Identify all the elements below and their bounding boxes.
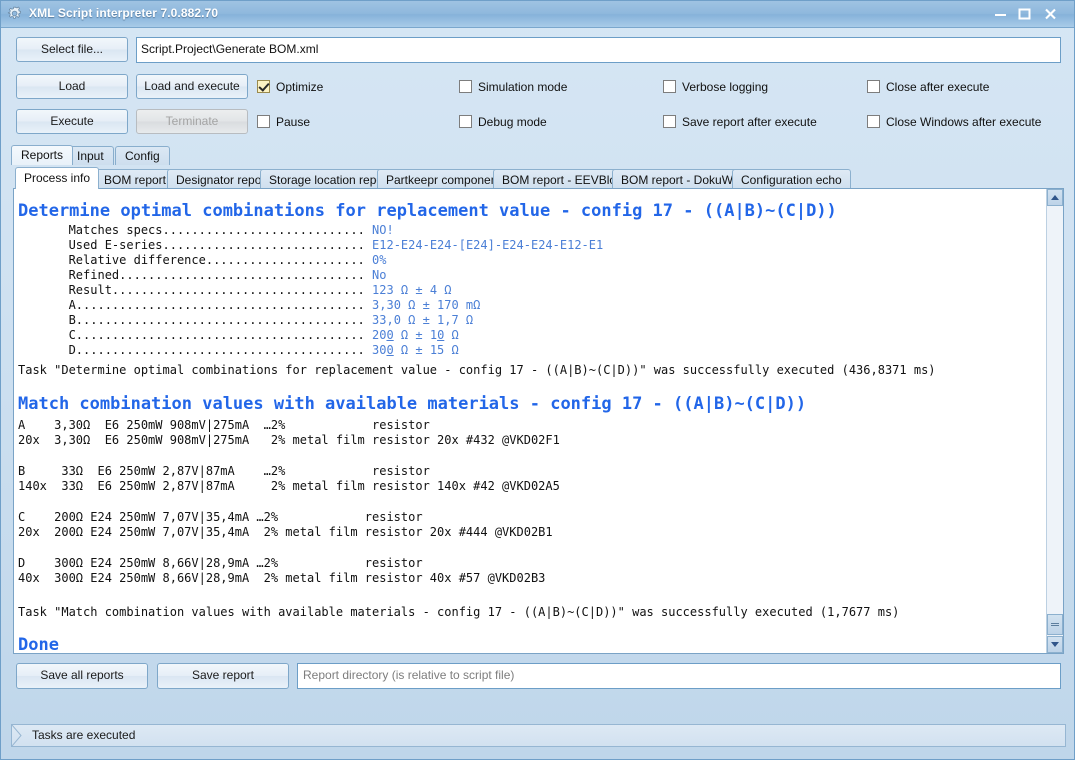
report-directory-input[interactable]: Report directory (is relative to script … [297, 663, 1061, 689]
report-detail-row: Result..................................… [18, 283, 452, 297]
checkbox-verbose-logging-box [663, 80, 676, 93]
report-detail-row: Matches specs...........................… [18, 223, 394, 237]
scrollbar-grip-icon [1051, 623, 1059, 626]
material-match-row: 20x 3,30Ω E6 250mW 908mV|275mA 2% metal … [18, 433, 560, 447]
tab-bom-report-eevblog[interactable]: BOM report - EEVBlog [493, 169, 632, 189]
application-window: XML Script interpreter 7.0.882.70 Select… [0, 0, 1075, 760]
material-match-row: 20x 200Ω E24 250mW 7,07V|35,4mA 2% metal… [18, 525, 553, 539]
checkbox-close-windows-after-execute[interactable]: Close Windows after execute [867, 115, 1041, 131]
report-detail-row: Relative difference.....................… [18, 253, 387, 267]
checkbox-simulation-mode-box [459, 80, 472, 93]
primary-tab-bar: Reports Input Config [11, 145, 1066, 165]
checkbox-debug-mode-box [459, 115, 472, 128]
checkbox-simulation-mode-label: Simulation mode [478, 80, 568, 94]
report-panel: Determine optimal combinations for repla… [13, 188, 1064, 654]
report-scrollbar[interactable] [1046, 189, 1063, 653]
report-detail-row: Refined.................................… [18, 268, 387, 282]
report-text-area[interactable]: Determine optimal combinations for repla… [14, 189, 1046, 653]
status-bar: Tasks are executed [11, 724, 1066, 747]
checkbox-optimize-box [257, 80, 270, 93]
material-spec-row: C 200Ω E24 250mW 7,07V|35,4mA …2% resist… [18, 510, 423, 524]
checkbox-close-windows-after-execute-label: Close Windows after execute [886, 115, 1042, 129]
report-done-label: Done [18, 635, 59, 653]
material-spec-row: D 300Ω E24 250mW 8,66V|28,9mA …2% resist… [18, 556, 423, 570]
report-detail-row: D.......................................… [18, 343, 459, 357]
material-match-row: 140x 33Ω E6 250mW 2,87V|87mA 2% metal fi… [18, 479, 560, 493]
checkbox-save-report-after-execute-label: Save report after execute [682, 115, 817, 129]
task-2-result: Task "Match combination values with avai… [18, 605, 900, 619]
material-match-row: 40x 300Ω E24 250mW 8,66V|28,9mA 2% metal… [18, 571, 546, 585]
checkbox-save-report-after-execute-box [663, 115, 676, 128]
scroll-up-arrow-icon[interactable] [1047, 189, 1063, 206]
save-report-button[interactable]: Save report [157, 663, 289, 689]
report-detail-row: B.......................................… [18, 313, 474, 327]
title-bar: XML Script interpreter 7.0.882.70 [1, 1, 1074, 28]
tab-bom-report[interactable]: BOM report [95, 169, 176, 189]
tab-input[interactable]: Input [67, 146, 114, 165]
report-detail-row: C.......................................… [18, 328, 459, 342]
checkbox-close-after-execute[interactable]: Close after execute [867, 80, 989, 96]
task-1-result: Task "Determine optimal combinations for… [18, 363, 936, 377]
tab-reports[interactable]: Reports [11, 145, 74, 165]
load-and-execute-button[interactable]: Load and execute [136, 74, 248, 99]
script-file-path-input[interactable]: Script.Project\Generate BOM.xml [136, 37, 1061, 63]
checkbox-close-after-execute-box [867, 80, 880, 93]
scrollbar-thumb[interactable] [1047, 614, 1063, 635]
maximize-button[interactable] [1012, 4, 1036, 24]
save-all-reports-button[interactable]: Save all reports [16, 663, 148, 689]
minimize-button[interactable] [988, 4, 1012, 24]
checkbox-close-after-execute-label: Close after execute [886, 80, 990, 94]
checkbox-pause-label: Pause [276, 115, 311, 129]
window-title: XML Script interpreter 7.0.882.70 [29, 6, 219, 20]
checkbox-pause[interactable]: Pause [257, 115, 310, 131]
checkbox-pause-box [257, 115, 270, 128]
close-button[interactable] [1038, 4, 1062, 24]
material-spec-row: B 33Ω E6 250mW 2,87V|87mA …2% resistor [18, 464, 430, 478]
report-heading-1: Determine optimal combinations for repla… [18, 201, 837, 221]
checkbox-simulation-mode[interactable]: Simulation mode [459, 80, 567, 96]
tab-process-info[interactable]: Process info [15, 167, 100, 189]
gear-icon [7, 6, 24, 23]
report-detail-row: A.......................................… [18, 298, 481, 312]
report-detail-row: Used E-series...........................… [18, 238, 604, 252]
checkbox-save-report-after-execute[interactable]: Save report after execute [663, 115, 817, 131]
execute-button[interactable]: Execute [16, 109, 128, 134]
checkbox-verbose-logging-label: Verbose logging [682, 80, 769, 94]
checkbox-debug-mode-label: Debug mode [478, 115, 547, 129]
status-message: Tasks are executed [32, 728, 136, 742]
scroll-down-arrow-icon[interactable] [1047, 636, 1063, 653]
tab-config[interactable]: Config [115, 146, 170, 165]
select-file-button[interactable]: Select file... [16, 37, 128, 62]
report-heading-2: Match combination values with available … [18, 394, 807, 414]
checkbox-close-windows-after-execute-box [867, 115, 880, 128]
checkbox-verbose-logging[interactable]: Verbose logging [663, 80, 768, 96]
checkbox-optimize[interactable]: Optimize [257, 80, 323, 96]
checkbox-debug-mode[interactable]: Debug mode [459, 115, 547, 131]
tab-configuration-echo[interactable]: Configuration echo [732, 169, 851, 189]
report-tab-bar: Process info BOM report Designator repor… [15, 167, 1065, 189]
status-panel-grip-icon [11, 724, 23, 747]
terminate-button: Terminate [136, 109, 248, 134]
checkbox-optimize-label: Optimize [276, 80, 324, 94]
load-button[interactable]: Load [16, 74, 128, 99]
material-spec-row: A 3,30Ω E6 250mW 908mV|275mA …2% resisto… [18, 418, 430, 432]
